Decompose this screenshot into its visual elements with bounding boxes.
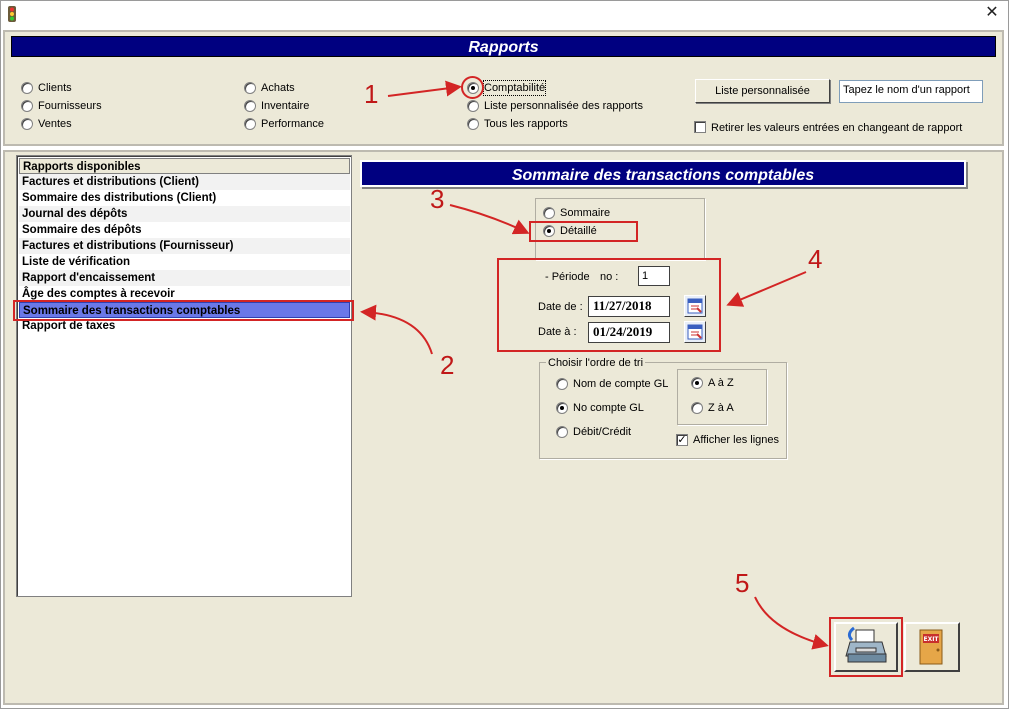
annotation-arrows	[360, 80, 829, 650]
